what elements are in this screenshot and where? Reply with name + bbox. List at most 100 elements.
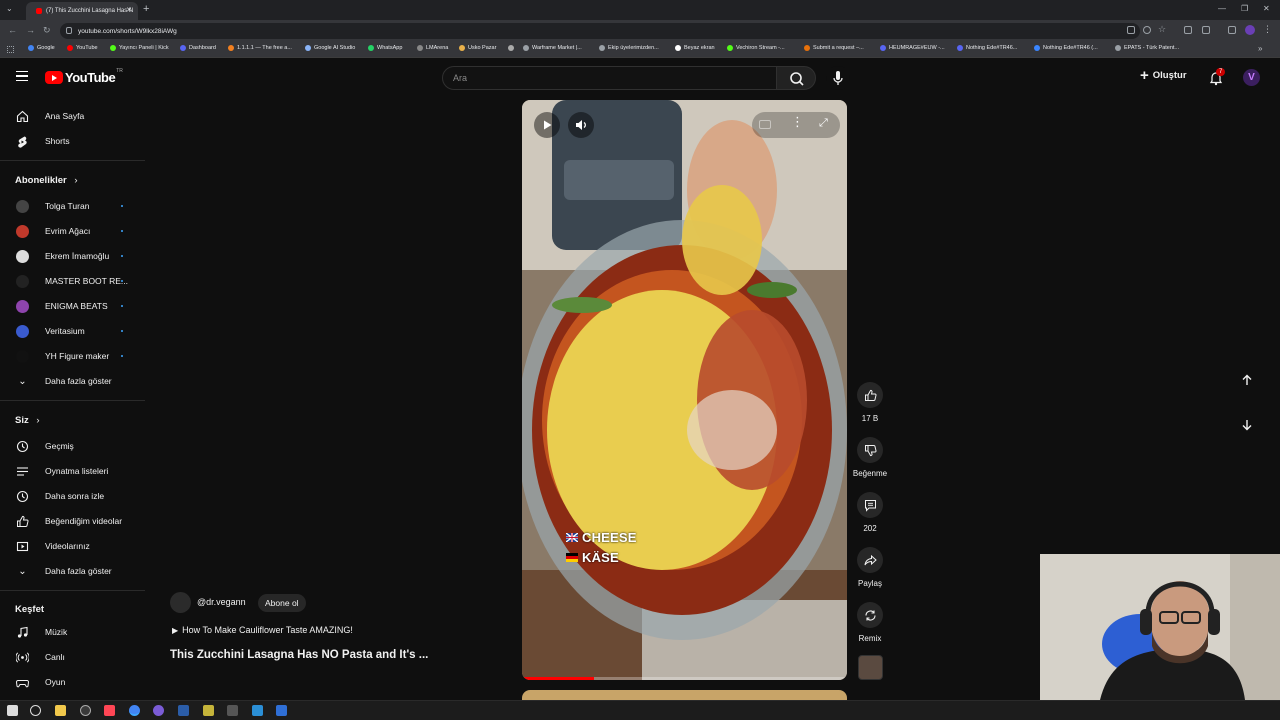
more-options-icon[interactable]: ⋮	[791, 114, 804, 130]
subscription-item[interactable]: Tolga Turan	[0, 195, 145, 217]
like-button[interactable]	[857, 382, 883, 408]
sidebar-item-watch-later[interactable]: Daha sonra izle	[0, 485, 145, 507]
subscription-item[interactable]: Ekrem İmamoğlu	[0, 245, 145, 267]
forward-icon[interactable]: →	[26, 25, 35, 35]
subscription-item[interactable]: Evrim Ağacı	[0, 220, 145, 242]
app-icon[interactable]	[276, 705, 287, 716]
bookmark-item[interactable]: Vechiron Stream -...	[727, 45, 785, 51]
youtube-logo[interactable]: YouTube TR	[45, 68, 123, 85]
sidebar-item-live[interactable]: Canlı	[0, 646, 145, 668]
close-window-icon[interactable]: ✕	[1263, 4, 1270, 13]
bookmark-item[interactable]	[508, 45, 517, 51]
bookmark-item[interactable]: Google AI Studio	[305, 45, 355, 51]
browser-tab[interactable]: (7) This Zucchini Lasagna Has N ✕	[26, 2, 138, 20]
sidebar-item-liked-videos[interactable]: Beğendiğim videolar	[0, 510, 145, 532]
app-icon[interactable]	[203, 705, 214, 716]
chrome-icon[interactable]	[129, 705, 140, 716]
search-button[interactable]	[776, 66, 816, 90]
obs-icon[interactable]	[80, 705, 91, 716]
subscriptions-heading[interactable]: Abonelikler ›	[15, 175, 78, 186]
bookmark-star-icon[interactable]: ☆	[1158, 24, 1166, 35]
subscribe-button[interactable]: Abone ol	[258, 594, 306, 612]
sidebar-item-playlists[interactable]: Oynatma listeleri	[0, 460, 145, 482]
create-button[interactable]: + Oluştur	[1140, 68, 1187, 83]
sidebar-item-your-videos[interactable]: Videolarınız	[0, 535, 145, 557]
comments-action[interactable]: 202	[852, 492, 888, 533]
sidebar-item-history[interactable]: Geçmiş	[0, 435, 145, 457]
account-avatar[interactable]: V	[1243, 69, 1260, 86]
windows-start-icon[interactable]	[7, 705, 18, 716]
reload-icon[interactable]: ↻	[43, 25, 51, 36]
subscription-item[interactable]: Veritasium	[0, 320, 145, 342]
channel-handle[interactable]: @dr.vegann	[197, 597, 246, 607]
steam-icon[interactable]	[153, 705, 164, 716]
next-short-button[interactable]	[1238, 416, 1256, 434]
next-short-preview[interactable]	[522, 690, 847, 700]
bookmark-item[interactable]: Beyaz ekran	[675, 45, 715, 51]
linked-video[interactable]: ▶ How To Make Cauliflower Taste AMAZING!	[172, 625, 353, 635]
profile-icon[interactable]	[1245, 25, 1255, 35]
app-icon[interactable]	[178, 705, 189, 716]
address-bar[interactable]: youtube.com/shorts/W9lkx28iAWg	[60, 23, 1140, 39]
bookmark-item[interactable]: YouTube	[67, 45, 98, 51]
new-tab-icon[interactable]: +	[143, 3, 149, 15]
remix-action[interactable]: Remix	[852, 602, 888, 643]
bookmark-item[interactable]: Nothing Ede#TR46...	[957, 45, 1017, 51]
install-icon[interactable]	[1127, 26, 1135, 34]
sidebar-item-shorts[interactable]: Shorts	[0, 130, 145, 152]
previous-short-button[interactable]	[1238, 371, 1256, 389]
dislike-action[interactable]: Beğenme	[852, 437, 888, 478]
extension-icon[interactable]	[1184, 26, 1192, 34]
bookmark-item[interactable]: HEUMRAGE#EUW -...	[880, 45, 945, 51]
voice-search-button[interactable]	[826, 66, 850, 90]
bookmark-item[interactable]: Yayıncı Paneli | Kick	[110, 45, 169, 51]
sidebar-item-home[interactable]: Ana Sayfa	[0, 105, 145, 127]
bookmark-item[interactable]: Usko Pazar	[459, 45, 496, 51]
subscription-item[interactable]: ENIGMA BEATS	[0, 295, 145, 317]
bookmark-item[interactable]: WhatsApp	[368, 45, 402, 51]
bookmark-item[interactable]: Submit a request –...	[804, 45, 864, 51]
captions-icon[interactable]	[759, 120, 771, 129]
you-heading[interactable]: Siz ›	[15, 415, 40, 426]
apps-icon[interactable]	[7, 46, 14, 53]
mute-button[interactable]	[568, 112, 594, 138]
app-icon[interactable]	[252, 705, 263, 716]
dislike-button[interactable]	[857, 437, 883, 463]
extensions-puzzle-icon[interactable]	[1202, 26, 1210, 34]
fullscreen-icon[interactable]: ⤢	[819, 117, 828, 130]
sidebar-item-music[interactable]: Müzik	[0, 621, 145, 643]
maximize-icon[interactable]: ❐	[1241, 4, 1248, 13]
bookmark-item[interactable]: EPATS - Türk Patent...	[1115, 45, 1179, 51]
bookmark-item[interactable]: Nothing Ede#TR46 (...	[1034, 45, 1098, 51]
remix-button[interactable]	[857, 602, 883, 628]
bookmark-item[interactable]: Ekip üyelerimizden...	[599, 45, 659, 51]
subscription-item[interactable]: YH Figure maker	[0, 345, 145, 367]
bookmark-item[interactable]: Dashboard	[180, 45, 216, 51]
comments-button[interactable]	[857, 492, 883, 518]
taskbar-search-icon[interactable]	[30, 705, 41, 716]
site-info-icon[interactable]	[66, 27, 72, 34]
show-more-subscriptions[interactable]: ⌄ Daha fazla göster	[0, 370, 145, 392]
bookmark-item[interactable]: Google	[28, 45, 55, 51]
bookmark-item[interactable]: 1.1.1.1 — The free a...	[228, 45, 292, 51]
play-button[interactable]	[534, 112, 560, 138]
zoom-icon[interactable]	[1143, 26, 1151, 34]
sidepanel-icon[interactable]	[1228, 26, 1236, 34]
file-explorer-icon[interactable]	[55, 705, 66, 716]
bookmark-item[interactable]: LMArena	[417, 45, 448, 51]
channel-avatar[interactable]	[170, 592, 191, 613]
sound-thumbnail[interactable]	[858, 655, 883, 680]
close-tab-icon[interactable]: ✕	[126, 6, 132, 14]
share-button[interactable]	[857, 547, 883, 573]
browser-menu-icon[interactable]: ⋮	[1263, 24, 1272, 35]
menu-icon[interactable]	[16, 71, 28, 81]
search-input[interactable]: Ara	[442, 66, 777, 90]
minimize-icon[interactable]: —	[1218, 4, 1226, 13]
short-title[interactable]: This Zucchini Lasagna Has NO Pasta and I…	[170, 649, 428, 661]
like-action[interactable]: 17 B	[852, 382, 888, 423]
shorts-video-player[interactable]: ⋮ ⤢	[522, 100, 847, 680]
sidebar-item-gaming[interactable]: Oyun	[0, 671, 145, 693]
tab-list-icon[interactable]: ⌄	[6, 4, 13, 13]
share-action[interactable]: Paylaş	[852, 547, 888, 588]
video-progress-track[interactable]	[522, 677, 847, 680]
